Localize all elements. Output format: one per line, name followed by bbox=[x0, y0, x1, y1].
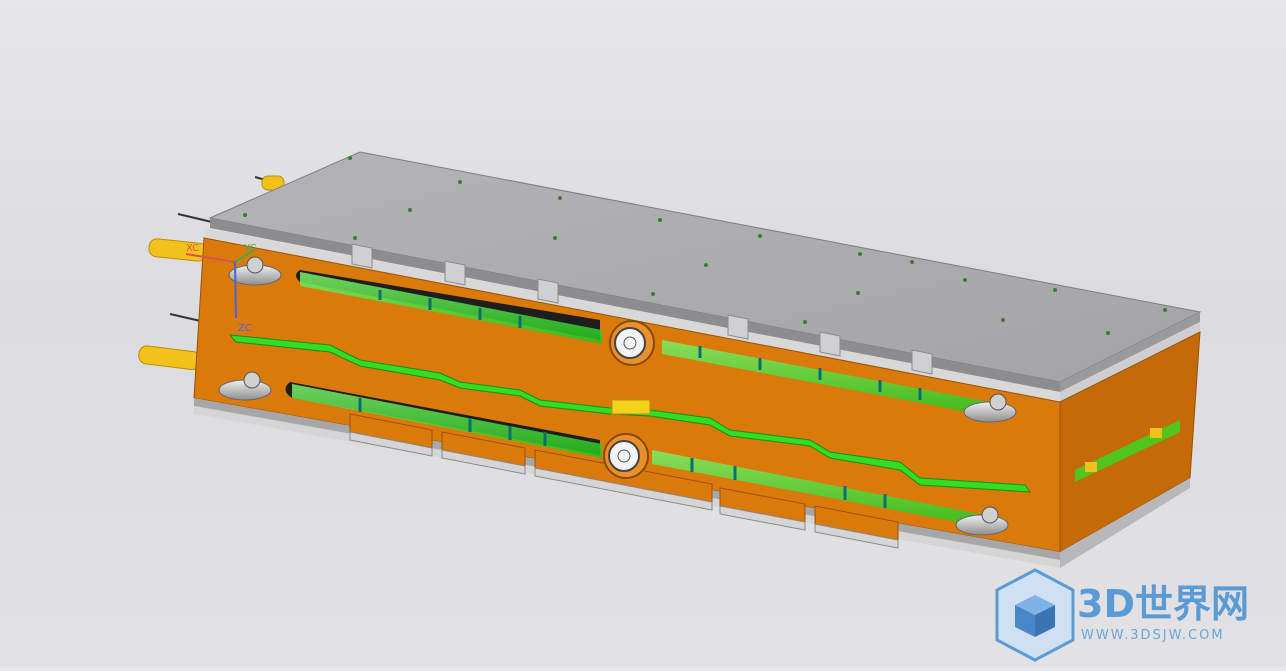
cad-viewport[interactable]: XC YC ZC 3D世界网 WWW.3DSJW.COM bbox=[0, 0, 1286, 667]
axis-y-label: YC bbox=[243, 243, 257, 254]
axis-x-label: XC bbox=[186, 243, 199, 254]
watermark: 3D世界网 WWW.3DSJW.COM bbox=[985, 565, 1285, 665]
watermark-title: 3D世界网 bbox=[1077, 582, 1249, 626]
cube-logo-icon bbox=[995, 568, 1075, 662]
watermark-subtitle: WWW.3DSJW.COM bbox=[1081, 628, 1225, 643]
axis-z-label: ZC bbox=[238, 323, 252, 334]
